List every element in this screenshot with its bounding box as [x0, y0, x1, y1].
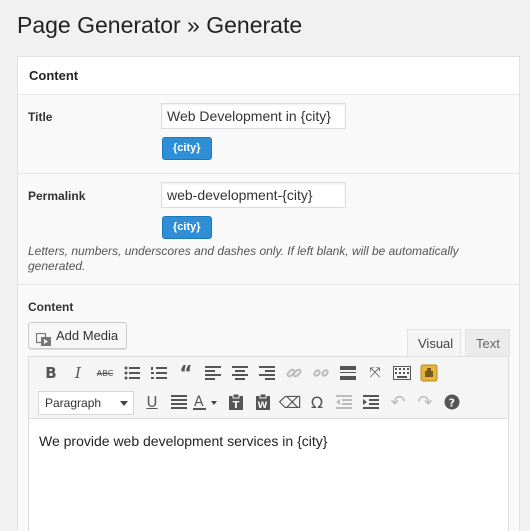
format-select-value: Paragraph	[45, 396, 102, 410]
content-label: Content	[28, 300, 74, 314]
fullscreen-icon[interactable]: ⤧	[363, 361, 387, 385]
add-media-button[interactable]: Add Media	[28, 322, 128, 349]
title-city-tag-button[interactable]: {city}	[162, 137, 212, 160]
toolbar-row-1: B I ABC “ ⤧	[29, 359, 508, 387]
align-left-icon[interactable]	[201, 361, 225, 385]
clear-formatting-icon[interactable]: ⌫	[278, 390, 302, 414]
title-input[interactable]	[161, 103, 346, 129]
permalink-input[interactable]	[161, 182, 346, 208]
chevron-down-icon	[120, 401, 128, 406]
paste-text-icon[interactable]: T	[224, 390, 248, 414]
bulleted-list-icon[interactable]	[120, 361, 144, 385]
paste-word-icon[interactable]: W	[251, 390, 275, 414]
tab-text[interactable]: Text	[465, 329, 510, 356]
blockquote-icon[interactable]: “	[174, 361, 198, 385]
underline-icon[interactable]: U	[140, 390, 164, 414]
justify-icon[interactable]	[167, 390, 191, 414]
permalink-city-tag-button[interactable]: {city}	[162, 216, 212, 239]
link-icon[interactable]	[282, 361, 306, 385]
page-title: Page Generator » Generate	[17, 12, 303, 38]
redo-icon[interactable]: ↷	[413, 390, 437, 414]
undo-icon[interactable]: ↶	[386, 390, 410, 414]
strikethrough-icon[interactable]: ABC	[93, 361, 117, 385]
unlink-icon[interactable]	[309, 361, 333, 385]
media-icon	[35, 330, 52, 346]
bold-icon[interactable]: B	[39, 361, 63, 385]
panel-header: Content	[18, 57, 519, 95]
content-editor: B I ABC “ ⤧ Paragraph U A T W ⌫ Ω ↶ ↷ ? …	[28, 356, 509, 531]
align-center-icon[interactable]	[228, 361, 252, 385]
toolbar-row-2: Paragraph U A T W ⌫ Ω ↶ ↷ ?	[29, 388, 508, 416]
help-icon[interactable]: ?	[440, 390, 464, 414]
numbered-list-icon[interactable]	[147, 361, 171, 385]
outdent-icon[interactable]	[332, 390, 356, 414]
align-right-icon[interactable]	[255, 361, 279, 385]
title-label: Title	[28, 110, 53, 124]
permalink-help-text: Letters, numbers, underscores and dashes…	[28, 244, 459, 273]
content-row: Content Add Media Visual Text B I ABC “ …	[18, 285, 519, 531]
editor-body[interactable]: We provide web development services in {…	[29, 419, 508, 463]
read-more-icon[interactable]	[336, 361, 360, 385]
svg-text:T: T	[233, 400, 240, 410]
permalink-label: Permalink	[28, 189, 86, 203]
indent-icon[interactable]	[359, 390, 383, 414]
svg-text:W: W	[258, 401, 268, 410]
svg-text:?: ?	[449, 397, 455, 410]
special-character-icon[interactable]: Ω	[305, 390, 329, 414]
plugin-icon[interactable]	[417, 361, 441, 385]
editor-toolbar: B I ABC “ ⤧ Paragraph U A T W ⌫ Ω ↶ ↷ ?	[29, 357, 508, 419]
italic-icon[interactable]: I	[66, 361, 90, 385]
tab-visual[interactable]: Visual	[407, 329, 461, 356]
add-media-label: Add Media	[56, 328, 119, 343]
format-select[interactable]: Paragraph	[38, 391, 134, 415]
toolbar-toggle-icon[interactable]	[390, 361, 414, 385]
title-row: Title {city}	[18, 95, 519, 174]
permalink-row: Permalink {city} Letters, numbers, under…	[18, 174, 519, 285]
text-color-icon[interactable]: A	[191, 390, 221, 414]
content-panel: Content Title {city} Permalink {city} Le…	[17, 56, 520, 531]
svg-text:A: A	[194, 394, 204, 410]
